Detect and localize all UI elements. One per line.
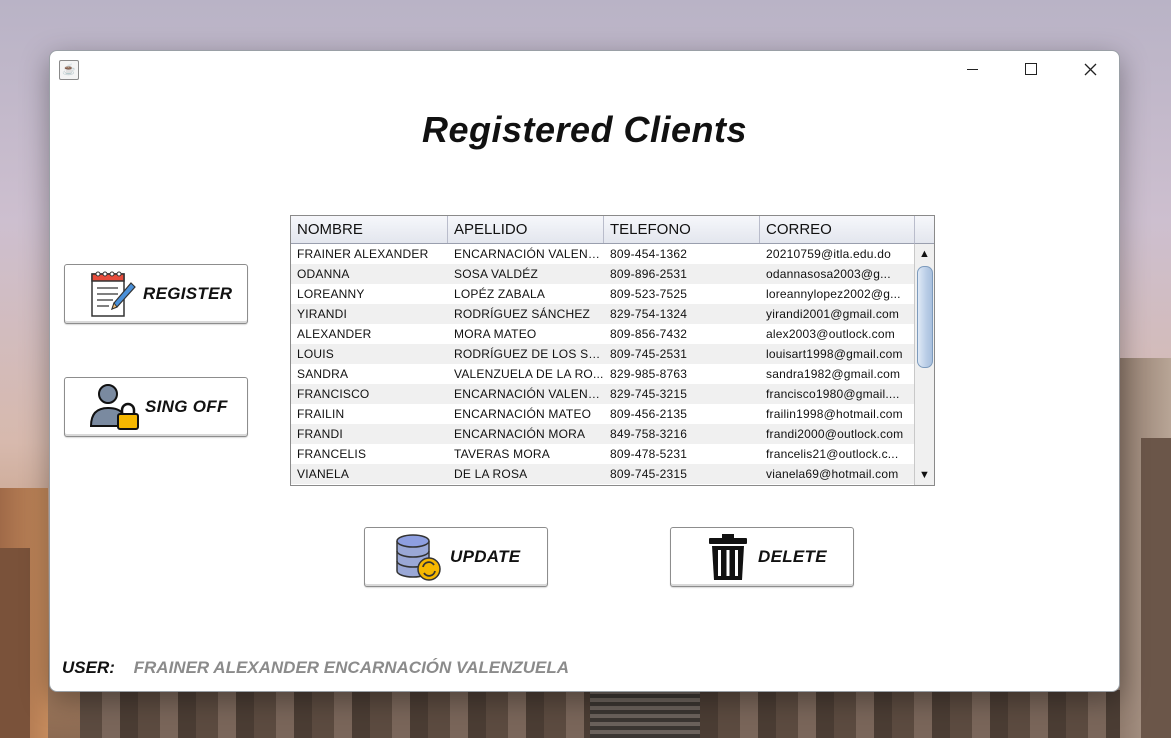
table-row[interactable]: VIANELA DE LA ROSA 809-745-2315 vianela69@h… xyxy=(291,464,915,484)
cell-telefono[interactable]: 829-985-8763 xyxy=(604,364,760,384)
table-row[interactable]: FRANCISCO ENCARNACIÓN VALENZ... 829-745-32… xyxy=(291,384,915,404)
table-row[interactable]: LOUIS RODRÍGUEZ DE LOS SA... 809-745-2531 l… xyxy=(291,344,915,364)
cell-telefono[interactable]: 809-523-7525 xyxy=(604,284,760,304)
cell-apellido[interactable]: VALENZUELA DE LA RO... xyxy=(448,364,604,384)
cell-correo[interactable]: frailin1998@hotmail.com xyxy=(760,404,915,424)
cell-nombre[interactable]: FRANCISCO xyxy=(291,384,448,404)
cell-correo[interactable]: francisco1980@gmail.... xyxy=(760,384,915,404)
cell-telefono[interactable]: 809-456-2135 xyxy=(604,404,760,424)
scroll-up-arrow-icon[interactable]: ▲ xyxy=(915,246,934,262)
bg-building xyxy=(0,548,30,738)
vertical-scrollbar[interactable]: ▲ ▼ xyxy=(914,244,934,485)
cell-apellido[interactable]: SOSA VALDÉZ xyxy=(448,264,604,284)
table-row[interactable]: FRAINER ALEXANDER ENCARNACIÓN VALENZ... 80… xyxy=(291,244,915,264)
table-row[interactable]: ALEXANDER MORA MATEO 809-856-7432 alex2003@… xyxy=(291,324,915,344)
java-app-icon: ☕ xyxy=(59,60,79,80)
cell-apellido[interactable]: ENCARNACIÓN MATEO xyxy=(448,404,604,424)
cell-telefono[interactable]: 809-856-7432 xyxy=(604,324,760,344)
cell-correo[interactable]: frandi2000@outlock.com xyxy=(760,424,915,444)
cell-telefono[interactable]: 809-745-2315 xyxy=(604,464,760,484)
column-header-nombre[interactable]: NOMBRE xyxy=(291,216,448,243)
cell-nombre[interactable]: VIANELA xyxy=(291,464,448,484)
sign-off-button[interactable]: SING OFF xyxy=(64,377,248,437)
delete-label: DELETE xyxy=(758,547,827,566)
trash-icon xyxy=(709,534,747,580)
cell-apellido[interactable]: RODRÍGUEZ DE LOS SA... xyxy=(448,344,604,364)
table-row[interactable]: YIRANDI RODRÍGUEZ SÁNCHEZ 829-754-1324 yira… xyxy=(291,304,915,324)
cell-apellido[interactable]: LOPÉZ ZABALA xyxy=(448,284,604,304)
column-header-correo[interactable]: CORREO xyxy=(760,216,915,243)
page-title: Registered Clients xyxy=(421,109,748,150)
cell-apellido[interactable]: TAVERAS MORA xyxy=(448,444,604,464)
user-status: USER: FRAINER ALEXANDER ENCARNACIÓN VALE… xyxy=(62,658,569,678)
cell-nombre[interactable]: ALEXANDER xyxy=(291,324,448,344)
cell-nombre[interactable]: LOUIS xyxy=(291,344,448,364)
cell-correo[interactable]: 20210759@itla.edu.do xyxy=(760,244,915,264)
cell-apellido[interactable]: ENCARNACIÓN VALENZ... xyxy=(448,384,604,404)
delete-button[interactable]: DELETE xyxy=(670,527,854,587)
clients-table: NOMBRE APELLIDO TELEFONO CORREO FRAINER … xyxy=(290,215,935,486)
bg-building xyxy=(1141,438,1171,738)
user-label: USER: xyxy=(62,658,115,677)
minimize-icon xyxy=(966,68,978,70)
table-row[interactable]: SANDRA VALENZUELA DE LA RO... 829-985-8763… xyxy=(291,364,915,384)
cell-telefono[interactable]: 809-896-2531 xyxy=(604,264,760,284)
cell-nombre[interactable]: FRAINER ALEXANDER xyxy=(291,244,448,264)
cell-nombre[interactable]: FRAILIN xyxy=(291,404,448,424)
column-header-telefono[interactable]: TELEFONO xyxy=(604,216,760,243)
maximize-button[interactable] xyxy=(1002,55,1060,83)
cell-telefono[interactable]: 809-454-1362 xyxy=(604,244,760,264)
cell-nombre[interactable]: SANDRA xyxy=(291,364,448,384)
register-button[interactable]: REGISTER xyxy=(64,264,248,324)
maximize-icon xyxy=(1025,63,1037,75)
table-row[interactable]: FRANDI ENCARNACIÓN MORA 849-758-3216 frandi… xyxy=(291,424,915,444)
user-lock-icon xyxy=(89,384,139,430)
cell-correo[interactable]: loreannylopez2002@g... xyxy=(760,284,915,304)
notepad-pencil-icon xyxy=(91,271,136,317)
sign-off-label: SING OFF xyxy=(145,397,228,416)
cell-telefono[interactable]: 809-745-2531 xyxy=(604,344,760,364)
cell-correo[interactable]: sandra1982@gmail.com xyxy=(760,364,915,384)
column-header-apellido[interactable]: APELLIDO xyxy=(448,216,604,243)
cell-nombre[interactable]: YIRANDI xyxy=(291,304,448,324)
cell-telefono[interactable]: 809-478-5231 xyxy=(604,444,760,464)
cell-correo[interactable]: louisart1998@gmail.com xyxy=(760,344,915,364)
database-refresh-icon xyxy=(396,534,441,581)
table-row[interactable]: ODANNA SOSA VALDÉZ 809-896-2531 odannasosa2… xyxy=(291,264,915,284)
cell-correo[interactable]: alex2003@outlock.com xyxy=(760,324,915,344)
cell-correo[interactable]: odannasosa2003@g... xyxy=(760,264,915,284)
cell-nombre[interactable]: FRANCELIS xyxy=(291,444,448,464)
table-body: FRAINER ALEXANDER ENCARNACIÓN VALENZ... 80… xyxy=(291,244,915,484)
table-row[interactable]: FRAILIN ENCARNACIÓN MATEO 809-456-2135 frai… xyxy=(291,404,915,424)
update-button[interactable]: UPDATE xyxy=(364,527,548,587)
scroll-down-arrow-icon[interactable]: ▼ xyxy=(915,467,934,483)
user-name: FRAINER ALEXANDER ENCARNACIÓN VALENZUELA xyxy=(133,658,570,677)
cell-correo[interactable]: vianela69@hotmail.com xyxy=(760,464,915,484)
cell-nombre[interactable]: LOREANNY xyxy=(291,284,448,304)
minimize-button[interactable] xyxy=(943,55,1001,83)
register-label: REGISTER xyxy=(143,284,233,303)
cell-telefono[interactable]: 829-754-1324 xyxy=(604,304,760,324)
cell-telefono[interactable]: 849-758-3216 xyxy=(604,424,760,444)
cell-correo[interactable]: francelis21@outlock.c... xyxy=(760,444,915,464)
scrollbar-thumb[interactable] xyxy=(917,266,933,368)
cell-nombre[interactable]: FRANDI xyxy=(291,424,448,444)
table-header: NOMBRE APELLIDO TELEFONO CORREO xyxy=(291,216,915,244)
table-header-corner xyxy=(914,216,934,244)
close-icon xyxy=(1084,63,1096,75)
cell-nombre[interactable]: ODANNA xyxy=(291,264,448,284)
cell-apellido[interactable]: ENCARNACIÓN VALENZ... xyxy=(448,244,604,264)
close-button[interactable] xyxy=(1061,55,1119,83)
cell-apellido[interactable]: ENCARNACIÓN MORA xyxy=(448,424,604,444)
update-label: UPDATE xyxy=(450,547,521,566)
table-row[interactable]: FRANCELIS TAVERAS MORA 809-478-5231 francel… xyxy=(291,444,915,464)
cell-apellido[interactable]: RODRÍGUEZ SÁNCHEZ xyxy=(448,304,604,324)
cell-apellido[interactable]: MORA MATEO xyxy=(448,324,604,344)
app-window: ☕ Registered Clients REGISTER SING OFF N… xyxy=(49,50,1120,692)
table-row[interactable]: LOREANNY LOPÉZ ZABALA 809-523-7525 loreanny… xyxy=(291,284,915,304)
cell-telefono[interactable]: 829-745-3215 xyxy=(604,384,760,404)
cell-correo[interactable]: yirandi2001@gmail.com xyxy=(760,304,915,324)
cell-apellido[interactable]: DE LA ROSA xyxy=(448,464,604,484)
